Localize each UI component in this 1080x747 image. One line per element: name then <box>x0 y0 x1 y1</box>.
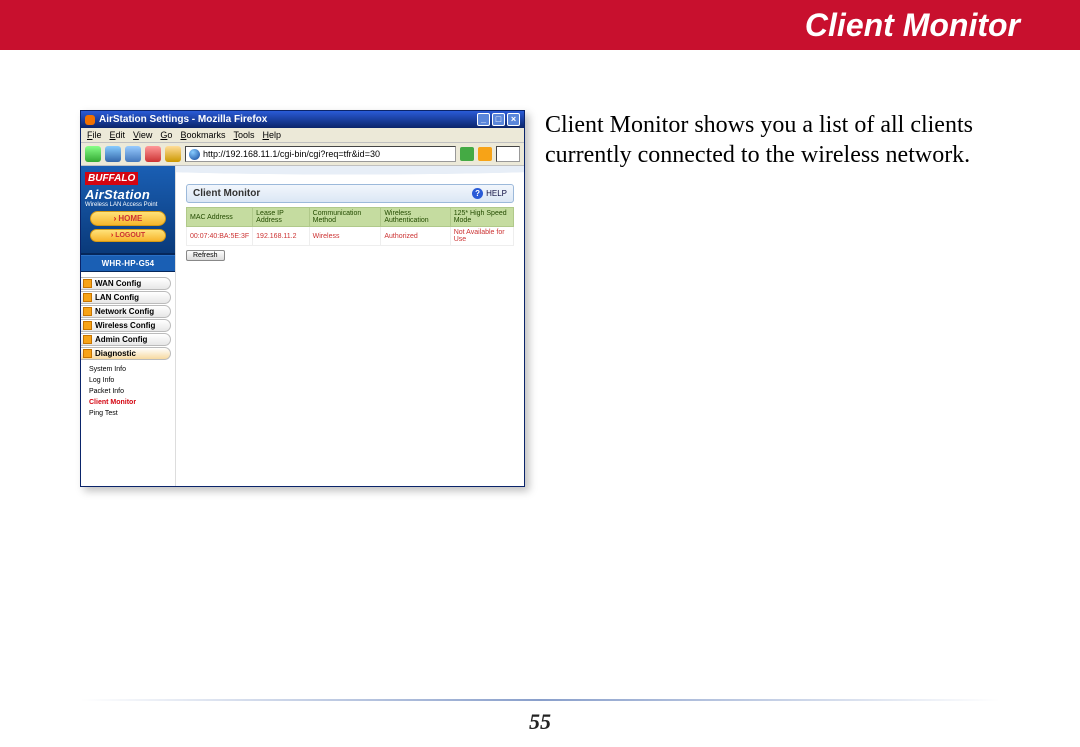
home-icon[interactable] <box>165 146 181 162</box>
search-box[interactable] <box>496 146 520 162</box>
main-panel: Client Monitor ? HELP MAC Address Lease … <box>176 166 524 486</box>
menu-bar: File Edit View Go Bookmarks Tools Help <box>81 128 524 143</box>
maximize-button[interactable]: □ <box>492 113 505 126</box>
page-banner: Client Monitor <box>0 0 1080 50</box>
table-header-row: MAC Address Lease IP Address Communicati… <box>187 208 514 227</box>
window-title: AirStation Settings - Mozilla Firefox <box>99 114 267 125</box>
description-text: Client Monitor shows you a list of all c… <box>545 110 1000 170</box>
tab-network-config[interactable]: Network Config <box>81 305 171 318</box>
home-button[interactable]: ›HOME <box>90 211 166 226</box>
menu-view[interactable]: View <box>133 130 152 140</box>
tab-admin-config[interactable]: Admin Config <box>81 333 171 346</box>
menu-bookmarks[interactable]: Bookmarks <box>180 130 225 140</box>
client-table: MAC Address Lease IP Address Communicati… <box>186 207 514 246</box>
go-icon[interactable] <box>460 147 474 161</box>
stop-icon[interactable] <box>145 146 161 162</box>
cell-comm: Wireless <box>309 227 381 246</box>
tab-wan-config[interactable]: WAN Config <box>81 277 171 290</box>
help-icon: ? <box>472 188 483 199</box>
browser-window: AirStation Settings - Mozilla Firefox _ … <box>80 110 525 487</box>
table-row: 00:07:40:BA:5E:3F 192.168.11.2 Wireless … <box>187 227 514 246</box>
brand-airstation: AirStation <box>85 187 171 202</box>
close-button[interactable]: × <box>507 113 520 126</box>
back-icon[interactable] <box>85 146 101 162</box>
sidebar: BUFFALO AirStation Wireless LAN Access P… <box>81 166 176 486</box>
main-nav: WAN Config LAN Config Network Config Wir… <box>81 272 175 361</box>
th-auth: Wireless Authentication <box>381 208 450 227</box>
firefox-icon <box>85 115 95 125</box>
download-icon[interactable] <box>478 147 492 161</box>
sub-client-monitor[interactable]: Client Monitor <box>89 397 175 408</box>
page-number: 55 <box>0 709 1080 735</box>
logout-button[interactable]: ›LOGOUT <box>90 229 166 242</box>
cell-auth: Authorized <box>381 227 450 246</box>
minimize-button[interactable]: _ <box>477 113 490 126</box>
brand-block: BUFFALO AirStation Wireless LAN Access P… <box>81 166 175 255</box>
globe-icon <box>189 149 200 160</box>
sub-log-info[interactable]: Log Info <box>89 375 175 386</box>
sub-ping-test[interactable]: Ping Test <box>89 408 175 419</box>
page-body: BUFFALO AirStation Wireless LAN Access P… <box>81 166 524 486</box>
cell-mac: 00:07:40:BA:5E:3F <box>187 227 253 246</box>
refresh-button[interactable]: Refresh <box>186 250 225 261</box>
brand-buffalo: BUFFALO <box>85 172 138 185</box>
tab-wireless-config[interactable]: Wireless Config <box>81 319 171 332</box>
description-column: Client Monitor shows you a list of all c… <box>545 110 1040 487</box>
help-button[interactable]: ? HELP <box>472 188 507 199</box>
panel-title: Client Monitor <box>193 188 260 199</box>
url-bar[interactable]: http://192.168.11.1/cgi-bin/cgi?req=tfr&… <box>185 146 456 162</box>
panel-header: Client Monitor ? HELP <box>186 184 514 203</box>
url-text: http://192.168.11.1/cgi-bin/cgi?req=tfr&… <box>203 149 380 159</box>
tab-diagnostic[interactable]: Diagnostic <box>81 347 171 360</box>
menu-help[interactable]: Help <box>262 130 281 140</box>
menu-file[interactable]: File <box>87 130 102 140</box>
th-speed: 125* High Speed Mode <box>450 208 513 227</box>
model-label: WHR-HP-G54 <box>81 255 175 272</box>
menu-go[interactable]: Go <box>160 130 172 140</box>
menu-edit[interactable]: Edit <box>110 130 126 140</box>
footer-rule <box>80 699 1000 701</box>
cell-ip: 192.168.11.2 <box>253 227 309 246</box>
nav-toolbar: http://192.168.11.1/cgi-bin/cgi?req=tfr&… <box>81 143 524 166</box>
sub-system-info[interactable]: System Info <box>89 364 175 375</box>
content-row: AirStation Settings - Mozilla Firefox _ … <box>0 50 1080 487</box>
th-comm: Communication Method <box>309 208 381 227</box>
window-buttons: _ □ × <box>477 113 520 126</box>
cell-speed: Not Available for Use <box>450 227 513 246</box>
banner-title: Client Monitor <box>805 7 1020 44</box>
header-curve <box>176 166 524 176</box>
menu-tools[interactable]: Tools <box>233 130 254 140</box>
reload-icon[interactable] <box>125 146 141 162</box>
th-mac: MAC Address <box>187 208 253 227</box>
screenshot-column: AirStation Settings - Mozilla Firefox _ … <box>80 110 525 487</box>
sub-packet-info[interactable]: Packet Info <box>89 386 175 397</box>
brand-subtitle: Wireless LAN Access Point <box>85 202 171 208</box>
th-ip: Lease IP Address <box>253 208 309 227</box>
diagnostic-subnav: System Info Log Info Packet Info Client … <box>81 361 175 419</box>
tab-lan-config[interactable]: LAN Config <box>81 291 171 304</box>
forward-icon[interactable] <box>105 146 121 162</box>
window-titlebar: AirStation Settings - Mozilla Firefox _ … <box>81 111 524 128</box>
